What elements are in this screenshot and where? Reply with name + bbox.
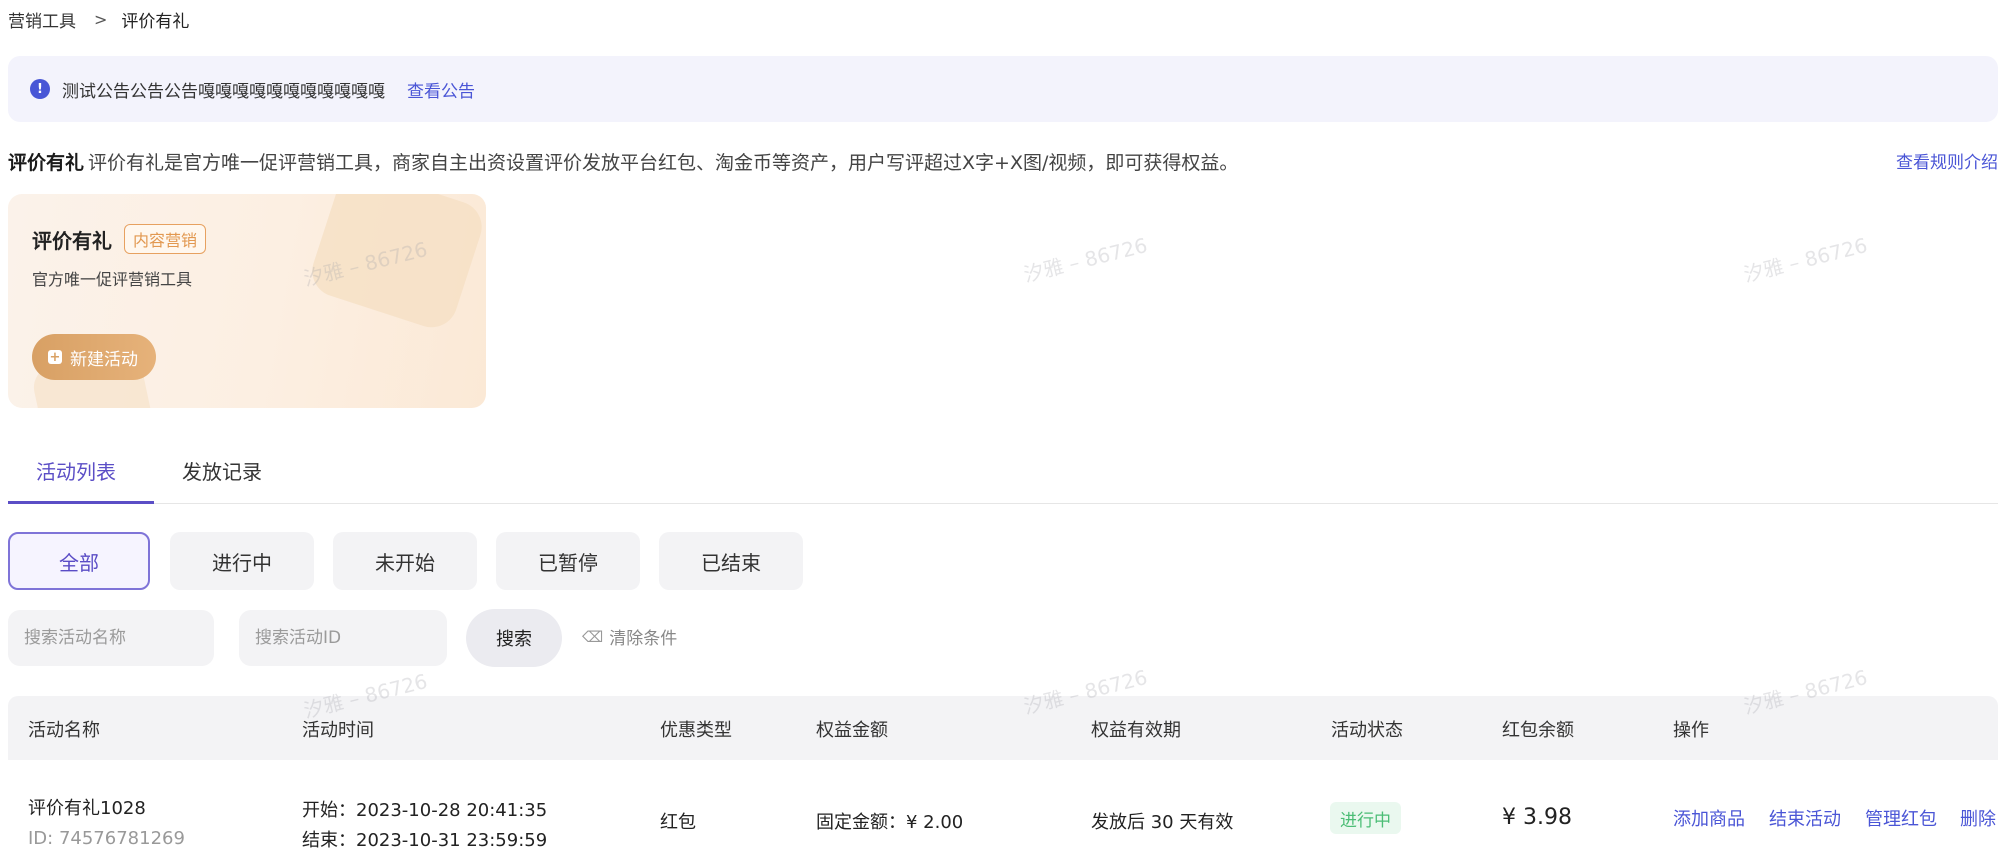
activity-end-time: 结束：2023-10-31 23:59:59 [302,830,548,851]
tool-card: 评价有礼 内容营销 官方唯一促评营销工具 + 新建活动 [8,194,486,408]
info-icon: ! [30,79,50,99]
filter-in-progress[interactable]: 进行中 [170,532,314,590]
filter-paused[interactable]: 已暂停 [496,532,640,590]
tab-bar: 活动列表 发放记录 [8,448,1998,504]
th-red-packet-balance: 红包余额 [1502,720,1574,741]
breadcrumb-parent[interactable]: 营销工具 [8,7,76,32]
new-activity-button[interactable]: + 新建活动 [32,334,156,380]
card-subtitle: 官方唯一促评营销工具 [32,270,193,289]
breadcrumb-current: 评价有礼 [121,11,190,32]
breadcrumb: 营销工具 > 评价有礼 [8,6,189,32]
activity-id: ID: 74576781269 [28,828,185,849]
tab-issue-records[interactable]: 发放记录 [182,456,262,499]
tab-activity-list[interactable]: 活动列表 [36,456,116,499]
th-discount-type: 优惠类型 [660,720,732,741]
benefit-validity: 发放后 30 天有效 [1091,812,1234,833]
intro-description: 评价有礼是官方唯一促评营销工具，商家自主出资设置评价发放平台红包、淘金币等资产，… [88,151,1239,174]
eraser-icon: ⌫ [582,627,604,646]
th-benefit-validity: 权益有效期 [1091,720,1181,741]
activity-name: 评价有礼1028 [28,798,146,819]
plus-icon: + [48,349,62,365]
status-badge: 进行中 [1330,802,1401,834]
filter-all[interactable]: 全部 [8,532,150,590]
search-name-input[interactable] [8,610,214,666]
notice-text: 测试公告公告公告嘎嘎嘎嘎嘎嘎嘎嘎嘎嘎嘎 [62,81,385,102]
th-operations: 操作 [1673,720,1709,741]
red-packet-balance: ¥ 3.98 [1502,805,1572,830]
view-notice-link[interactable]: 查看公告 [407,77,475,102]
intro-title: 评价有礼 [8,151,85,174]
search-id-input[interactable] [239,610,447,666]
clear-conditions-button[interactable]: ⌫ 清除条件 [582,624,678,650]
discount-type: 红包 [660,812,696,833]
view-rules-link[interactable]: 查看规则介绍 [1896,148,1998,173]
th-activity-name: 活动名称 [28,720,100,741]
active-tab-indicator [8,501,154,504]
end-activity-link[interactable]: 结束活动 [1769,805,1841,831]
search-button[interactable]: 搜索 [466,609,562,667]
card-title: 评价有礼 [32,228,112,253]
filter-not-started[interactable]: 未开始 [333,532,477,590]
th-activity-status: 活动状态 [1331,720,1403,741]
watermark: 汐雅 – 86726 [1021,233,1150,287]
card-tag: 内容营销 [124,224,207,254]
clear-conditions-label: 清除条件 [609,629,678,649]
notice-bar: ! 测试公告公告公告嘎嘎嘎嘎嘎嘎嘎嘎嘎嘎嘎 查看公告 [8,56,1998,122]
add-product-link[interactable]: 添加商品 [1673,805,1745,831]
filter-ended[interactable]: 已结束 [659,532,803,590]
intro: 评价有礼 评价有礼是官方唯一促评营销工具，商家自主出资设置评价发放平台红包、淘金… [8,146,1238,176]
watermark: 汐雅 – 86726 [1741,233,1870,287]
benefit-amount: 固定金额：¥ 2.00 [816,812,964,833]
delete-link[interactable]: 删除 [1960,805,1996,831]
activity-start-time: 开始：2023-10-28 20:41:35 [302,800,548,821]
th-benefit-amount: 权益金额 [816,720,888,741]
new-activity-label: 新建活动 [70,349,138,370]
breadcrumb-separator: > [94,9,108,29]
manage-red-packet-link[interactable]: 管理红包 [1865,805,1937,831]
